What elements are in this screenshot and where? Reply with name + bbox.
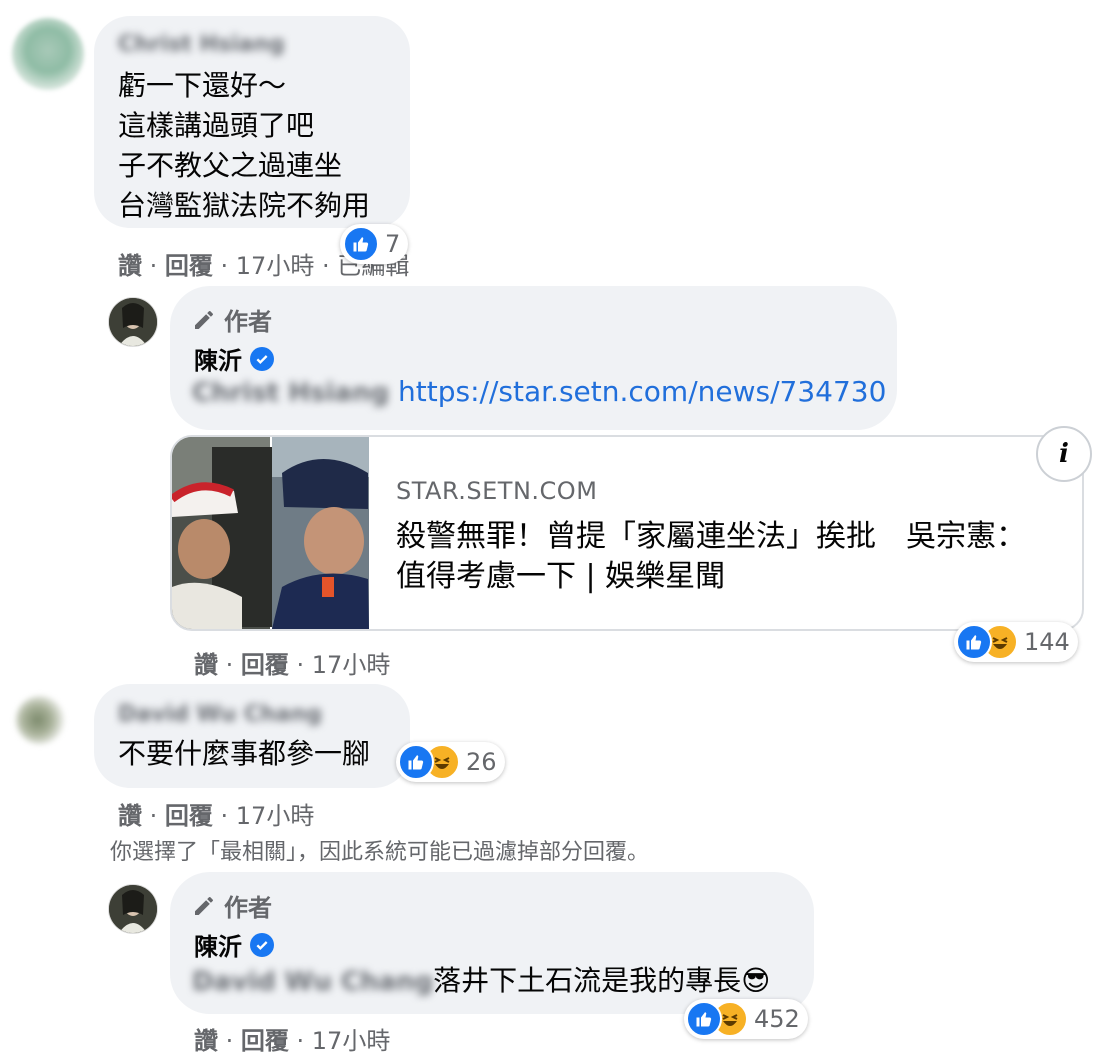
verified-icon (250, 932, 274, 957)
link-domain: STAR.SETN.COM (396, 477, 598, 505)
like-action[interactable]: 讚 (194, 1027, 218, 1055)
avatar[interactable] (108, 884, 158, 934)
comment-line: 台灣監獄法院不夠用 (118, 189, 371, 222)
like-icon (398, 744, 434, 780)
reaction-summary[interactable]: 26 (396, 742, 505, 782)
separator: · (218, 651, 241, 679)
reaction-count: 452 (754, 1005, 800, 1033)
author-avatar-image (109, 885, 157, 933)
reply-action[interactable]: 回覆 (241, 1027, 289, 1055)
reply-action[interactable]: 回覆 (165, 802, 213, 830)
separator: · (218, 1027, 241, 1055)
commenter-name-text[interactable]: 陳沂 (194, 927, 242, 962)
author-avatar-image (109, 298, 157, 346)
comment-line: 虧一下還好～ (118, 69, 287, 102)
commenter-name[interactable]: Christ Hsiang (118, 32, 285, 57)
separator: · (142, 252, 165, 280)
reply-text-body: 落井下土石流是我的專長 (433, 964, 742, 997)
timestamp[interactable]: 17小時 (312, 651, 391, 679)
verified-icon (250, 346, 274, 371)
sunglasses-emoji: 😎 (741, 964, 771, 997)
reaction-count: 7 (385, 230, 401, 258)
timestamp[interactable]: 17小時 (312, 1027, 391, 1055)
commenter-name-text[interactable]: Christ Hsiang (118, 32, 285, 57)
separator: · (212, 252, 236, 280)
link-title: 殺警無罪！曾提「家屬連坐法」挨批 吳宗憲：值得考慮一下 | 娛樂星聞 (396, 519, 1026, 594)
timestamp[interactable]: 17小時 (236, 252, 315, 280)
author-badge: 作者 (192, 302, 272, 337)
commenter-name[interactable]: 陳沂 (194, 341, 274, 376)
like-icon (686, 1001, 722, 1037)
info-icon-glyph: i (1059, 439, 1069, 469)
pencil-icon (195, 896, 213, 915)
author-badge-label: 作者 (224, 894, 272, 922)
reply-bubble (170, 286, 897, 430)
comment-text: 不要什麼事都參一腳 (118, 737, 371, 770)
author-badge: 作者 (192, 888, 272, 923)
separator: · (288, 1027, 312, 1055)
timestamp[interactable]: 17小時 (236, 802, 315, 830)
commenter-name-text[interactable]: David Wu Chang (118, 702, 322, 727)
like-icon (343, 226, 379, 262)
like-action[interactable]: 讚 (118, 802, 142, 830)
reaction-count: 26 (466, 748, 497, 776)
commenter-name[interactable]: 陳沂 (194, 927, 274, 962)
like-icon (956, 624, 992, 660)
avatar[interactable] (12, 18, 84, 90)
mention-tag[interactable]: Christ Hsiang (192, 378, 389, 408)
comment-actions: 讚 · 回覆 · 17小時 (194, 645, 390, 680)
avatar[interactable] (16, 696, 64, 744)
mention-tag[interactable]: David Wu Chang (192, 962, 433, 1002)
reply-text: David Wu Chang落井下土石流是我的專長😎 (192, 961, 770, 1002)
comment-line: 子不教父之過連坐 (118, 149, 343, 182)
separator: · (288, 651, 312, 679)
preview-image (172, 437, 369, 629)
link-preview-card[interactable]: STAR.SETN.COM 殺警無罪！曾提「家屬連坐法」挨批 吳宗憲：值得考慮一… (170, 435, 1084, 631)
comment-line: 這樣講過頭了吧 (118, 109, 315, 142)
comment-actions: 讚 · 回覆 · 17小時 (194, 1021, 390, 1056)
separator: · (212, 802, 236, 830)
commenter-name[interactable]: David Wu Chang (118, 702, 322, 727)
commenter-name-text[interactable]: 陳沂 (194, 341, 242, 376)
reaction-summary[interactable]: 452 (684, 999, 808, 1039)
author-badge-label: 作者 (224, 308, 272, 336)
like-action[interactable]: 讚 (118, 252, 142, 280)
reaction-summary[interactable]: 7 (340, 224, 409, 264)
reply-action[interactable]: 回覆 (165, 252, 213, 280)
url-link[interactable]: https://star.setn.com/news/734730 (398, 375, 886, 408)
reaction-count: 144 (1024, 628, 1070, 656)
comment-text: 虧一下還好～ 這樣講過頭了吧 子不教父之過連坐 台灣監獄法院不夠用 (118, 66, 370, 226)
separator: · (314, 252, 338, 280)
like-action[interactable]: 讚 (194, 651, 218, 679)
info-icon[interactable]: i (1036, 426, 1092, 482)
avatar[interactable] (108, 297, 158, 347)
reply-action[interactable]: 回覆 (241, 651, 289, 679)
pencil-icon (195, 310, 213, 329)
reaction-summary[interactable]: 144 (954, 622, 1078, 662)
comment-actions: 讚 · 回覆 · 17小時 (118, 796, 314, 831)
reply-text: Christ Hsiang https://star.setn.com/news… (192, 375, 886, 408)
filter-notice: 你選擇了「最相關」，因此系統可能已過濾掉部分回覆。 (110, 840, 650, 865)
separator: · (142, 802, 165, 830)
